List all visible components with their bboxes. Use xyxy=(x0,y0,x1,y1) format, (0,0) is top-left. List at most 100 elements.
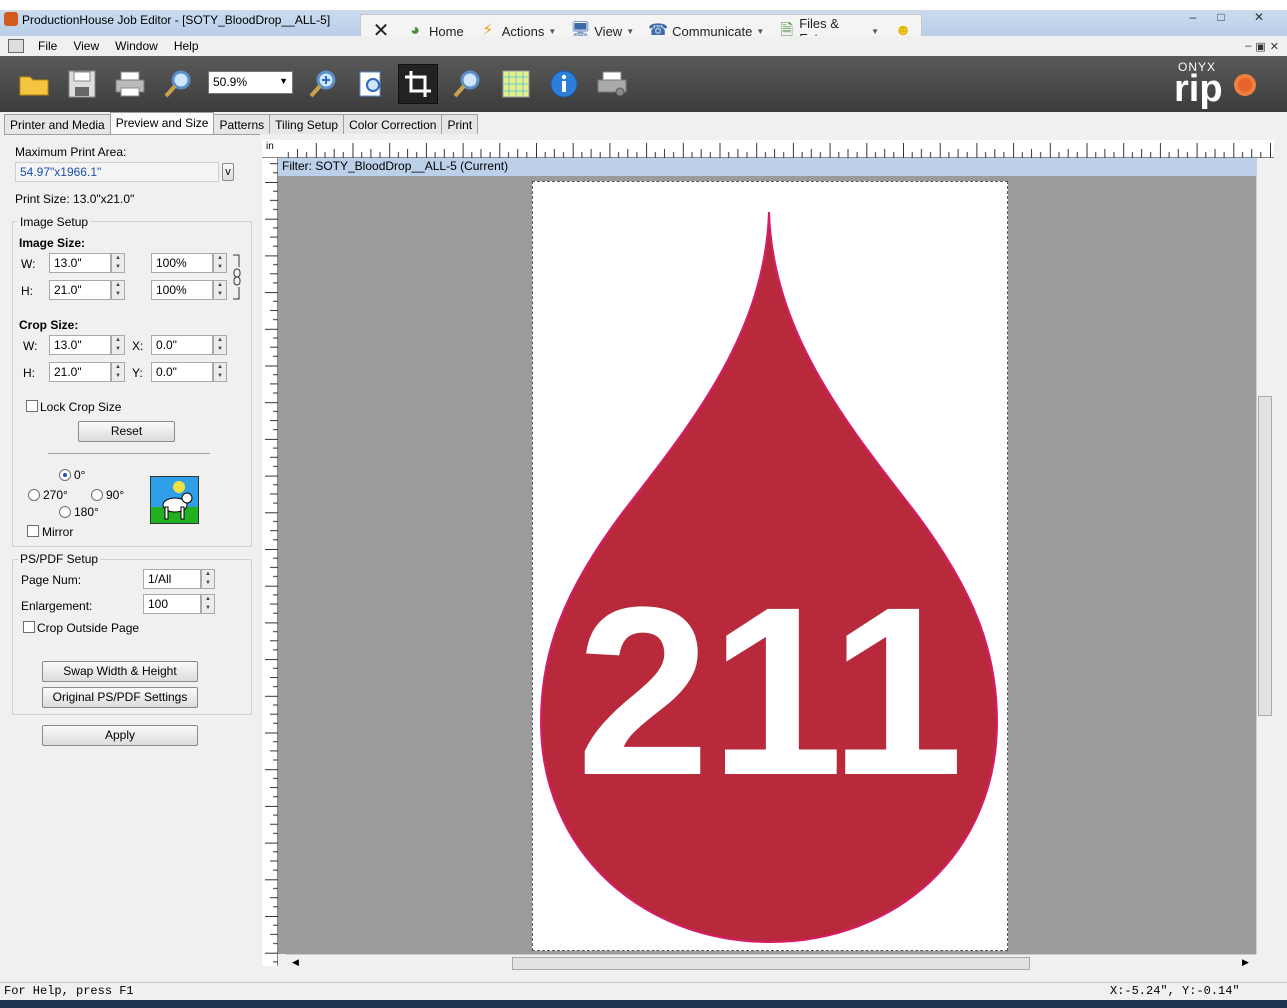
crop-icon[interactable] xyxy=(398,64,438,104)
horizontal-scroll-thumb[interactable] xyxy=(512,957,1030,970)
image-width-label: W: xyxy=(21,257,36,271)
page-num-label: Page Num: xyxy=(21,573,82,587)
scroll-left-arrow[interactable]: ◀ xyxy=(292,957,299,968)
tab-tiling-setup[interactable]: Tiling Setup xyxy=(269,114,345,134)
chain-link-icon[interactable] xyxy=(232,253,242,301)
image-width-spinner[interactable]: ▲ ▼ xyxy=(111,253,125,273)
mdi-restore-button[interactable]: ▣ xyxy=(1255,40,1265,53)
image-width-input[interactable]: 13.0" xyxy=(49,253,111,273)
image-size-label: Image Size: xyxy=(19,236,86,250)
print-size-text: Print Size: 13.0"x21.0" xyxy=(15,192,135,206)
close-button[interactable]: ✕ xyxy=(1248,10,1270,24)
system-menu-icon[interactable] xyxy=(8,39,24,53)
chevron-down-icon: ▼ xyxy=(548,26,557,36)
horizontal-scrollbar[interactable]: ◀ ▶ xyxy=(286,954,1256,971)
image-width-percent-input[interactable]: 100% xyxy=(151,253,213,273)
image-height-label: H: xyxy=(21,284,33,298)
orientation-preview-icon xyxy=(150,476,199,524)
scroll-right-arrow[interactable]: ▶ xyxy=(1242,957,1249,968)
crop-height-input[interactable]: 21.0" xyxy=(49,362,111,382)
max-print-area-button[interactable]: v xyxy=(222,163,234,181)
image-height-percent-input[interactable]: 100% xyxy=(151,280,213,300)
rotation-180-radio[interactable] xyxy=(59,506,71,518)
preview-size-panel: Maximum Print Area: 54.97"x1966.1" v Pri… xyxy=(4,134,260,984)
image-width-percent-spinner[interactable]: ▲ ▼ xyxy=(213,253,227,273)
tab-print[interactable]: Print xyxy=(441,114,479,134)
image-height-input[interactable]: 21.0" xyxy=(49,280,111,300)
print-icon[interactable] xyxy=(110,64,150,104)
menu-window[interactable]: Window xyxy=(107,39,166,53)
status-coordinates: X:-5.24", Y:-0.14" xyxy=(1110,984,1240,998)
menu-view[interactable]: View xyxy=(65,39,107,53)
page-num-spinner[interactable]: ▲ ▼ xyxy=(201,569,215,589)
image-height-percent-spinner[interactable]: ▲ ▼ xyxy=(213,280,227,300)
crop-size-label: Crop Size: xyxy=(19,318,79,332)
crop-outside-page-label: Crop Outside Page xyxy=(37,621,140,635)
mdi-minimize-button[interactable]: – xyxy=(1245,40,1251,53)
rotation-0-label: 0° xyxy=(74,468,86,482)
crop-x-label: X: xyxy=(132,339,144,353)
filter-bar: Filter: SOTY_BloodDrop__ALL-5 (Current) xyxy=(278,158,1256,176)
page-num-input[interactable]: 1/All xyxy=(143,569,201,589)
rotation-0-radio[interactable] xyxy=(59,469,71,481)
max-print-area-label: Maximum Print Area: xyxy=(15,145,127,159)
info-icon[interactable] xyxy=(544,64,584,104)
menu-file[interactable]: File xyxy=(30,39,65,53)
vertical-scrollbar[interactable] xyxy=(1256,158,1273,954)
divider xyxy=(48,453,210,454)
minimize-button[interactable]: – xyxy=(1182,10,1204,24)
crop-x-spinner[interactable]: ▲ ▼ xyxy=(213,335,227,355)
rotation-180-label: 180° xyxy=(74,505,99,519)
open-folder-icon[interactable] xyxy=(14,64,54,104)
ps-pdf-setup-label: PS/PDF Setup xyxy=(18,552,101,566)
rotation-270-radio[interactable] xyxy=(28,489,40,501)
page-preview[interactable]: 211 xyxy=(532,181,1008,951)
color-grid-icon[interactable] xyxy=(496,64,536,104)
crop-height-label: H: xyxy=(23,366,35,380)
menu-help[interactable]: Help xyxy=(166,39,207,53)
apply-button[interactable]: Apply xyxy=(42,725,198,746)
zoom-select[interactable]: 50.9% ▼ xyxy=(208,71,293,94)
enlargement-spinner[interactable]: ▲ ▼ xyxy=(201,594,215,614)
original-ps-pdf-settings-button[interactable]: Original PS/PDF Settings xyxy=(42,687,198,708)
tab-patterns[interactable]: Patterns xyxy=(213,114,271,134)
tab-preview-and-size[interactable]: Preview and Size xyxy=(109,112,215,134)
crop-width-input[interactable]: 13.0" xyxy=(49,335,111,355)
image-setup-label: Image Setup xyxy=(18,215,91,229)
crop-height-spinner[interactable]: ▲ ▼ xyxy=(111,362,125,382)
save-icon[interactable] xyxy=(62,64,102,104)
enlargement-label: Enlargement: xyxy=(21,599,93,613)
chevron-down-icon: ▼ xyxy=(626,26,635,36)
vertical-scroll-thumb[interactable] xyxy=(1258,396,1272,716)
ruler-unit: in xyxy=(266,141,274,152)
mdi-close-button[interactable]: ✕ xyxy=(1270,40,1279,53)
image-height-spinner[interactable]: ▲ ▼ xyxy=(111,280,125,300)
crop-y-label: Y: xyxy=(132,366,143,380)
zoom-in-icon[interactable] xyxy=(303,64,343,104)
crop-outside-page-checkbox[interactable] xyxy=(23,621,35,633)
drop-number-text: 211 xyxy=(576,557,963,825)
reset-button[interactable]: Reset xyxy=(78,421,175,442)
swap-width-height-button[interactable]: Swap Width & Height xyxy=(42,661,198,682)
rotation-90-radio[interactable] xyxy=(91,489,103,501)
app-icon xyxy=(4,12,18,26)
top-ruler: in xyxy=(262,140,1274,158)
lock-crop-checkbox[interactable] xyxy=(26,400,38,412)
crop-x-input[interactable]: 0.0" xyxy=(151,335,213,355)
enlargement-input[interactable]: 100 xyxy=(143,594,201,614)
tab-printer-and-media[interactable]: Printer and Media xyxy=(4,114,111,134)
crop-y-spinner[interactable]: ▲ ▼ xyxy=(213,362,227,382)
menu-bar: File View Window Help – ▣ ✕ xyxy=(0,36,1287,56)
zoom-icon[interactable] xyxy=(158,64,198,104)
os-taskbar xyxy=(0,1000,1287,1008)
mirror-label: Mirror xyxy=(42,525,74,539)
rotation-270-label: 270° xyxy=(43,488,68,502)
tab-color-correction[interactable]: Color Correction xyxy=(343,114,443,134)
zoom-page-icon[interactable] xyxy=(352,64,392,104)
zoom-out-icon[interactable] xyxy=(447,64,487,104)
maximize-button[interactable]: □ xyxy=(1210,10,1232,24)
printer-settings-icon[interactable] xyxy=(592,64,632,104)
crop-width-spinner[interactable]: ▲ ▼ xyxy=(111,335,125,355)
mirror-checkbox[interactable] xyxy=(27,525,39,537)
crop-y-input[interactable]: 0.0" xyxy=(151,362,213,382)
